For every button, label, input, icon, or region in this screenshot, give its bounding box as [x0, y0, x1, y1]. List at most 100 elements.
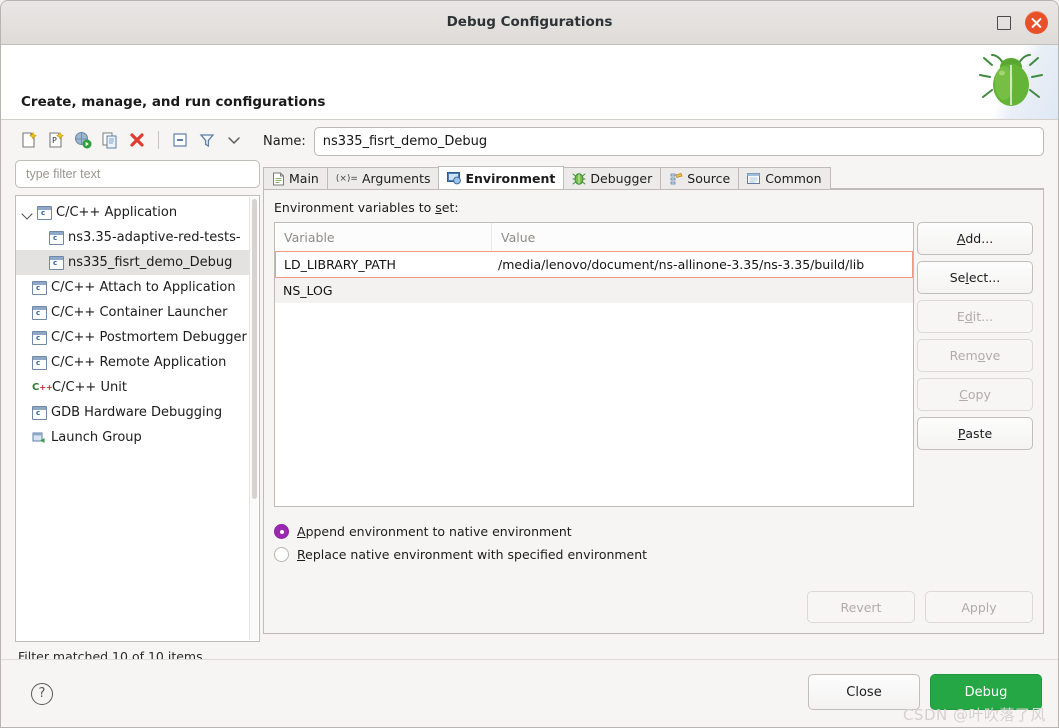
radio-append-environment[interactable]: Append environment to native environment [274, 520, 647, 543]
select-button[interactable]: Select... [917, 261, 1033, 294]
btn-post: opy [968, 387, 991, 402]
duplicate-icon[interactable] [100, 130, 120, 150]
tab-label: Debugger [590, 171, 652, 186]
arguments-icon: (×)= [336, 174, 358, 184]
btn-post: dd... [965, 231, 993, 246]
c-app-icon: c [32, 281, 47, 295]
watermark: CSDN @叶吹落了风 [903, 704, 1046, 725]
btn-mnemonic: P [958, 426, 966, 441]
tab-main[interactable]: Main [263, 167, 328, 189]
launch-group-icon [32, 431, 47, 445]
tree-item-c-cpp-application[interactable]: c C/C++ Application [16, 200, 249, 225]
radio-label: eplace native environment with specified… [305, 547, 647, 562]
configurations-tree[interactable]: c C/C++ Application c ns3.35-adaptive-re… [15, 195, 260, 642]
new-prototype-icon[interactable]: P [46, 130, 66, 150]
tabs-wrap: Main (×)= Arguments Environment [263, 167, 1044, 634]
column-header-value[interactable]: Value [492, 223, 913, 251]
banner-title: Create, manage, and run configurations [21, 94, 325, 110]
tab-source[interactable]: Source [660, 167, 739, 189]
environment-variables-table[interactable]: Variable Value LD_LIBRARY_PATH /media/le… [274, 222, 914, 507]
filter-input[interactable] [15, 160, 260, 188]
collapse-all-icon[interactable] [170, 130, 190, 150]
tab-arguments[interactable]: (×)= Arguments [327, 167, 440, 189]
title-bar: Debug Configurations [1, 1, 1058, 45]
view-menu-icon[interactable] [224, 130, 244, 150]
maximize-button[interactable] [997, 16, 1011, 30]
tree-toolbar: P [15, 126, 260, 154]
help-icon[interactable]: ? [31, 683, 53, 705]
table-row[interactable]: NS_LOG [275, 278, 913, 303]
tree-item-c-cpp-container-launcher[interactable]: c C/C++ Container Launcher [16, 300, 249, 325]
debugger-bug-icon [572, 172, 586, 186]
btn-post: ve [985, 348, 1000, 363]
btn-pre: Rem [950, 348, 978, 363]
tree-scrollbar-thumb[interactable] [252, 199, 257, 499]
table-row[interactable]: LD_LIBRARY_PATH /media/lenovo/document/n… [275, 251, 913, 278]
dialog-body: P [1, 121, 1058, 659]
btn-mnemonic: C [959, 387, 968, 402]
c-app-icon: c [32, 306, 47, 320]
add-button[interactable]: Add... [917, 222, 1033, 255]
tree-item-c-cpp-remote-application[interactable]: c C/C++ Remote Application [16, 350, 249, 375]
radio-mnemonic: R [297, 547, 305, 562]
bug-icon [978, 53, 1044, 111]
radio-indicator[interactable] [274, 547, 289, 562]
window-controls [997, 1, 1048, 44]
btn-post: aste [965, 426, 992, 441]
tab-label: Environment [465, 171, 555, 186]
name-label: Name: [263, 134, 306, 149]
tab-strip: Main (×)= Arguments Environment [263, 167, 1044, 190]
cunit-icon: C++ [32, 381, 49, 395]
revert-button: Revert [807, 591, 915, 623]
paste-button[interactable]: Paste [917, 417, 1033, 450]
environment-variables-label: Environment variables to set: [274, 200, 1033, 215]
filter-icon[interactable] [197, 130, 217, 150]
tab-label: Source [687, 171, 730, 186]
source-icon [669, 172, 683, 186]
dialog-footer: ? Close Debug CSDN @叶吹落了风 [1, 659, 1058, 727]
column-header-variable[interactable]: Variable [275, 223, 492, 251]
tree-item-c-cpp-unit[interactable]: C++ C/C++ Unit [16, 375, 249, 400]
tab-label: Main [289, 171, 319, 186]
configurations-tree-panel: P [15, 126, 260, 646]
configuration-editor-panel: Name: Main (×)= Arguments [263, 126, 1044, 646]
edit-button: Edit... [917, 300, 1033, 333]
tree-item-label: C/C++ Unit [52, 380, 127, 395]
common-icon [747, 172, 761, 185]
name-input[interactable] [314, 127, 1044, 156]
btn-post: ect... [969, 270, 1000, 285]
tree-item-label: GDB Hardware Debugging [51, 405, 222, 420]
toolbar-separator [158, 131, 159, 149]
new-launch-configuration-icon[interactable] [19, 130, 39, 150]
tree-item-gdb-hardware-debugging[interactable]: c GDB Hardware Debugging [16, 400, 249, 425]
export-launch-configuration-icon[interactable] [73, 130, 93, 150]
btn-post: it... [973, 309, 993, 324]
tab-environment[interactable]: Environment [438, 166, 564, 189]
radio-replace-environment[interactable]: Replace native environment with specifie… [274, 543, 647, 566]
delete-icon[interactable] [127, 130, 147, 150]
radio-mnemonic: A [297, 524, 306, 539]
tree-item-c-cpp-attach-to-application[interactable]: c C/C++ Attach to Application [16, 275, 249, 300]
tab-common[interactable]: Common [738, 167, 830, 189]
tree-item-label: C/C++ Application [56, 205, 177, 220]
tree-item-label: C/C++ Attach to Application [51, 280, 236, 295]
tree-item-ns335-adaptive-red-tests[interactable]: c ns3.35-adaptive-red-tests- [16, 225, 249, 250]
close-window-button[interactable] [1025, 11, 1048, 34]
radio-indicator[interactable] [274, 524, 289, 539]
btn-pre: Se [950, 270, 966, 285]
tree-item-label: ns3.35-adaptive-red-tests- [68, 230, 241, 245]
banner-artwork [968, 45, 1058, 119]
debug-configurations-window: Debug Configurations Create, manage, and… [0, 0, 1059, 728]
tree-item-ns335-fisrt-demo-debug[interactable]: c ns335_fisrt_demo_Debug [16, 250, 249, 275]
cell-variable: LD_LIBRARY_PATH [276, 257, 490, 272]
cell-value: /media/lenovo/document/ns-allinone-3.35/… [490, 257, 912, 272]
chevron-down-icon[interactable] [21, 206, 35, 220]
tree-scrollbar[interactable] [249, 197, 258, 640]
tree-item-c-cpp-postmortem-debugger[interactable]: c C/C++ Postmortem Debugger [16, 325, 249, 350]
btn-pre: E [957, 309, 965, 324]
tab-debugger[interactable]: Debugger [563, 167, 661, 189]
banner: Create, manage, and run configurations [1, 45, 1058, 120]
tab-label: Common [765, 171, 821, 186]
tree-item-launch-group[interactable]: Launch Group [16, 425, 249, 450]
table-action-buttons: Add... Select... Edit... Remove Copy Pas… [917, 222, 1033, 450]
